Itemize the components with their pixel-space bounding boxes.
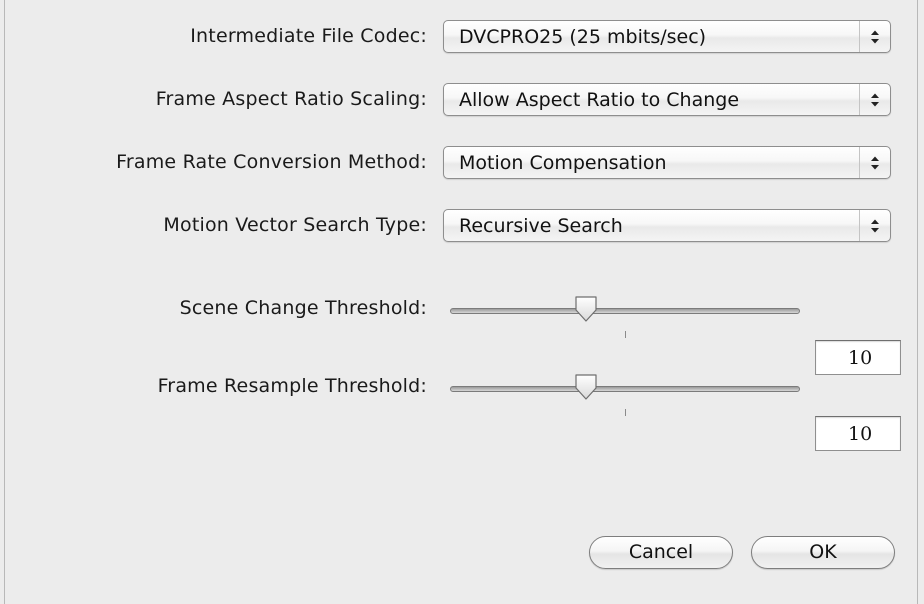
motion-label: Motion Vector Search Type:: [163, 214, 427, 236]
aspect-value: Allow Aspect Ratio to Change: [459, 89, 740, 111]
frame-resample-tick: [625, 409, 626, 416]
codec-value: DVCPRO25 (25 mbits/sec): [459, 26, 707, 48]
frame-resample-label: Frame Resample Threshold:: [157, 375, 427, 397]
scene-change-label: Scene Change Threshold:: [179, 297, 427, 319]
framerate-label: Frame Rate Conversion Method:: [116, 151, 427, 173]
popup-arrows-icon: [859, 147, 890, 178]
frame-resample-slider-knob-icon[interactable]: [574, 373, 598, 405]
aspect-label: Frame Aspect Ratio Scaling:: [155, 88, 427, 110]
frame-resample-slider-track[interactable]: [450, 386, 800, 392]
popup-arrows-icon: [859, 84, 890, 115]
ok-button[interactable]: OK: [751, 536, 895, 569]
settings-dialog: Intermediate File Codec: DVCPRO25 (25 mb…: [4, 0, 918, 604]
scene-change-value: 10: [848, 347, 873, 369]
cancel-button[interactable]: Cancel: [589, 536, 733, 569]
codec-label: Intermediate File Codec:: [190, 25, 427, 47]
popup-arrows-icon: [859, 21, 890, 52]
frame-resample-value: 10: [848, 423, 873, 445]
popup-arrows-icon: [859, 210, 890, 241]
scene-change-tick: [625, 331, 626, 338]
aspect-popup[interactable]: Allow Aspect Ratio to Change: [443, 83, 891, 116]
scene-change-slider-track[interactable]: [450, 308, 800, 314]
scene-change-slider-knob-icon[interactable]: [574, 295, 598, 327]
codec-popup[interactable]: DVCPRO25 (25 mbits/sec): [443, 20, 891, 53]
framerate-popup[interactable]: Motion Compensation: [443, 146, 891, 179]
motion-popup[interactable]: Recursive Search: [443, 209, 891, 242]
motion-value: Recursive Search: [459, 215, 623, 237]
framerate-value: Motion Compensation: [459, 152, 667, 174]
frame-resample-field[interactable]: 10: [815, 416, 901, 451]
scene-change-field[interactable]: 10: [815, 340, 901, 375]
